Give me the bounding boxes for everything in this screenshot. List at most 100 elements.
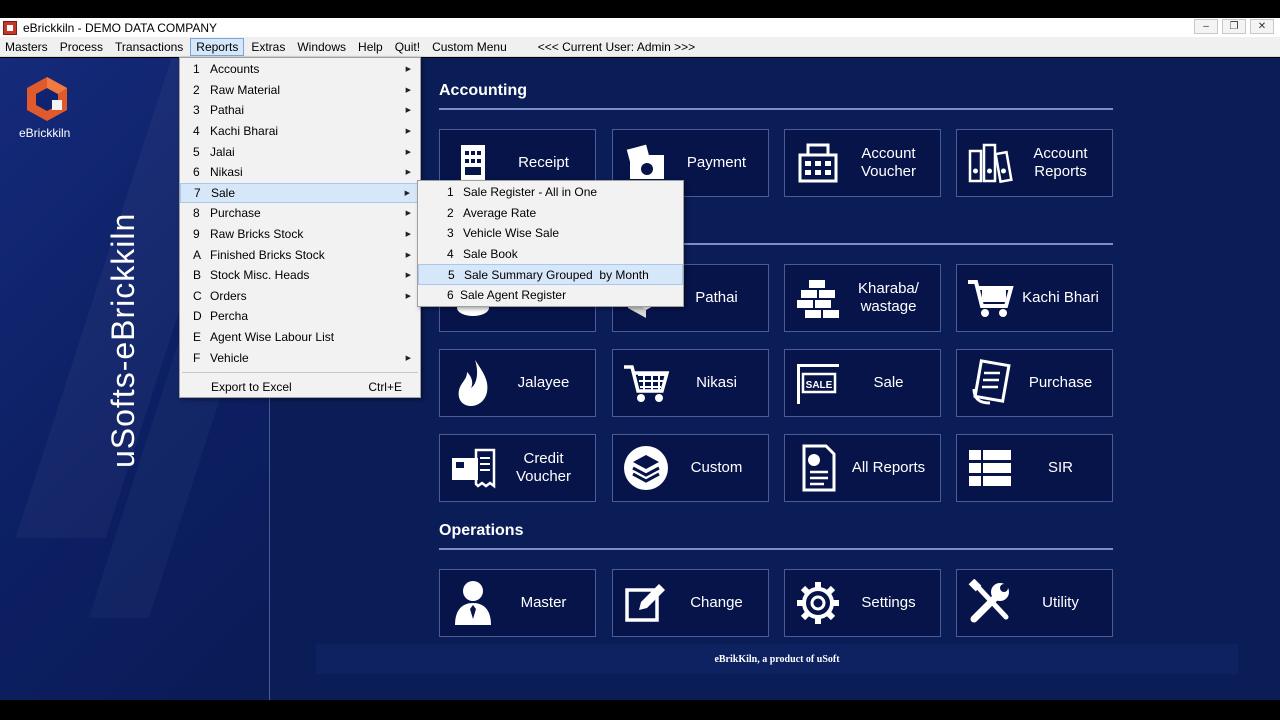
sale-submenu-item[interactable]: 2 Average Rate bbox=[418, 203, 683, 224]
tile-label: Payment bbox=[686, 154, 747, 171]
minimize-icon[interactable]: – bbox=[1194, 19, 1218, 34]
tile-account-reports[interactable]: Account Reports bbox=[956, 129, 1113, 197]
section-title-operations: Operations bbox=[439, 522, 524, 539]
tile-label: Sale bbox=[873, 374, 904, 391]
submenu-arrow-icon: ▶ bbox=[405, 210, 411, 218]
sale-submenu-item-summary[interactable]: 5 Sale Summary Grouped by Month bbox=[418, 264, 683, 285]
tile-label: Kharaba/ wastage bbox=[858, 280, 919, 315]
close-icon[interactable]: ✕ bbox=[1250, 19, 1274, 34]
menu-transactions[interactable]: Transactions bbox=[110, 39, 188, 55]
tile-label: Jalayee bbox=[517, 374, 570, 391]
menu-windows[interactable]: Windows bbox=[292, 39, 351, 55]
menu-extras[interactable]: Extras bbox=[246, 39, 290, 55]
binders-icon bbox=[965, 138, 1015, 188]
credit-card-receipt-icon bbox=[448, 443, 498, 493]
flame-icon bbox=[448, 358, 498, 408]
menu-masters[interactable]: Masters bbox=[0, 39, 53, 55]
reports-menu-item[interactable]: C Orders ▶ bbox=[180, 286, 420, 307]
tools-icon bbox=[965, 578, 1015, 628]
title-bar: eBrickkiln - DEMO DATA COMPANY – ❐ ✕ bbox=[0, 18, 1280, 37]
submenu-arrow-icon: ▶ bbox=[405, 128, 411, 136]
menu-process[interactable]: Process bbox=[55, 39, 108, 55]
tile-label: Settings bbox=[861, 594, 916, 611]
tile-utility[interactable]: Utility bbox=[956, 569, 1113, 637]
sale-submenu-item[interactable]: 3 Vehicle Wise Sale bbox=[418, 223, 683, 244]
section-divider bbox=[439, 548, 1113, 550]
window-title: eBrickkiln - DEMO DATA COMPANY bbox=[23, 20, 218, 35]
menu-help[interactable]: Help bbox=[353, 39, 388, 55]
tile-kharaba-wastage[interactable]: Kharaba/ wastage bbox=[784, 264, 941, 332]
reports-menu-item[interactable]: 5 Jalai ▶ bbox=[180, 141, 420, 162]
tile-custom[interactable]: Custom bbox=[612, 434, 769, 502]
reports-menu-item[interactable]: 8 Purchase ▶ bbox=[180, 203, 420, 224]
tile-credit-voucher[interactable]: Credit Voucher bbox=[439, 434, 596, 502]
submenu-arrow-icon: ▶ bbox=[405, 107, 411, 115]
tile-account-voucher[interactable]: Account Voucher bbox=[784, 129, 941, 197]
reports-menu-item[interactable]: 2 Raw Material ▶ bbox=[180, 80, 420, 101]
ebrickkiln-logo-icon bbox=[27, 77, 67, 121]
section-divider bbox=[439, 108, 1113, 110]
submenu-arrow-icon: ▶ bbox=[405, 86, 411, 94]
report-document-icon bbox=[793, 443, 843, 493]
logo-text: eBrickkiln bbox=[19, 126, 71, 140]
footer-credit: eBrikKiln, a product of uSoft bbox=[316, 644, 1238, 674]
tile-nikasi[interactable]: Nikasi bbox=[612, 349, 769, 417]
layers-icon bbox=[621, 443, 671, 493]
reports-menu-item[interactable]: F Vehicle ▶ bbox=[180, 347, 420, 368]
tile-label: Kachi Bhari bbox=[1022, 289, 1099, 306]
reports-menu-item[interactable]: 4 Kachi Bharai ▶ bbox=[180, 121, 420, 142]
edit-icon bbox=[621, 578, 671, 628]
submenu-arrow-icon: ▶ bbox=[405, 231, 411, 239]
tile-jalayee[interactable]: Jalayee bbox=[439, 349, 596, 417]
submenu-arrow-icon: ▶ bbox=[405, 354, 411, 362]
tile-label: Account Reports bbox=[1033, 145, 1088, 180]
menu-reports[interactable]: Reports bbox=[190, 37, 245, 56]
submenu-arrow-icon: ▶ bbox=[405, 251, 411, 259]
tile-label: SIR bbox=[1047, 459, 1073, 476]
menu-bar: Masters Process Transactions Reports Ext… bbox=[0, 37, 1280, 57]
restore-icon[interactable]: ❐ bbox=[1222, 19, 1246, 34]
submenu-arrow-icon: ▶ bbox=[404, 189, 410, 197]
tile-all-reports[interactable]: All Reports bbox=[784, 434, 941, 502]
vertical-brand-text: uSofts-eBrickkiln bbox=[105, 212, 141, 468]
sale-submenu-item[interactable]: 1 Sale Register - All in One bbox=[418, 182, 683, 203]
list-table-icon bbox=[965, 443, 1015, 493]
tile-label: All Reports bbox=[851, 459, 926, 476]
reports-menu-item[interactable]: 9 Raw Bricks Stock ▶ bbox=[180, 224, 420, 245]
tile-label: Pathai bbox=[695, 289, 738, 306]
reports-menu-item[interactable]: 3 Pathai ▶ bbox=[180, 100, 420, 121]
reports-menu-item[interactable]: A Finished Bricks Stock ▶ bbox=[180, 244, 420, 265]
invoice-icon bbox=[965, 358, 1015, 408]
export-to-excel-item[interactable]: Export to Excel Ctrl+E bbox=[180, 377, 420, 398]
submenu-arrow-icon: ▶ bbox=[405, 272, 411, 280]
tile-label: Change bbox=[690, 594, 743, 611]
menu-custom-menu[interactable]: Custom Menu bbox=[427, 39, 512, 55]
menu-quit[interactable]: Quit! bbox=[390, 39, 425, 55]
sale-badge-text: SALE bbox=[806, 380, 833, 391]
sale-submenu-item[interactable]: 4 Sale Book bbox=[418, 244, 683, 265]
sale-submenu: 1 Sale Register - All in One 2 Average Rat… bbox=[417, 180, 684, 307]
tile-settings[interactable]: Settings bbox=[784, 569, 941, 637]
tile-change[interactable]: Change bbox=[612, 569, 769, 637]
shopping-cart-icon bbox=[621, 358, 671, 408]
cart-icon bbox=[965, 273, 1015, 323]
user-icon bbox=[448, 578, 498, 628]
reports-menu-item[interactable]: E Agent Wise Labour List bbox=[180, 327, 420, 348]
reports-menu-item[interactable]: 6 Nikasi ▶ bbox=[180, 162, 420, 183]
tile-sir[interactable]: SIR bbox=[956, 434, 1113, 502]
brick-wall-icon bbox=[793, 273, 843, 323]
reports-menu-item[interactable]: 1 Accounts ▶ bbox=[180, 59, 420, 80]
sale-submenu-item[interactable]: 6 Sale Agent Register bbox=[418, 285, 683, 306]
calculator-icon bbox=[793, 138, 843, 188]
tile-master[interactable]: Master bbox=[439, 569, 596, 637]
submenu-arrow-icon: ▶ bbox=[405, 292, 411, 300]
tile-kachi-bhari[interactable]: Kachi Bhari bbox=[956, 264, 1113, 332]
reports-menu-item[interactable]: B Stock Misc. Heads ▶ bbox=[180, 265, 420, 286]
tile-label: Credit Voucher bbox=[515, 450, 572, 485]
tile-purchase[interactable]: Purchase bbox=[956, 349, 1113, 417]
reports-menu-item[interactable]: D Percha bbox=[180, 306, 420, 327]
reports-menu-item-sale[interactable]: 7 Sale ▶ bbox=[180, 182, 420, 204]
tile-sale[interactable]: SALE Sale bbox=[784, 349, 941, 417]
tile-label: Master bbox=[520, 594, 567, 611]
current-user-info: <<< Current User: Admin >>> bbox=[537, 39, 696, 54]
